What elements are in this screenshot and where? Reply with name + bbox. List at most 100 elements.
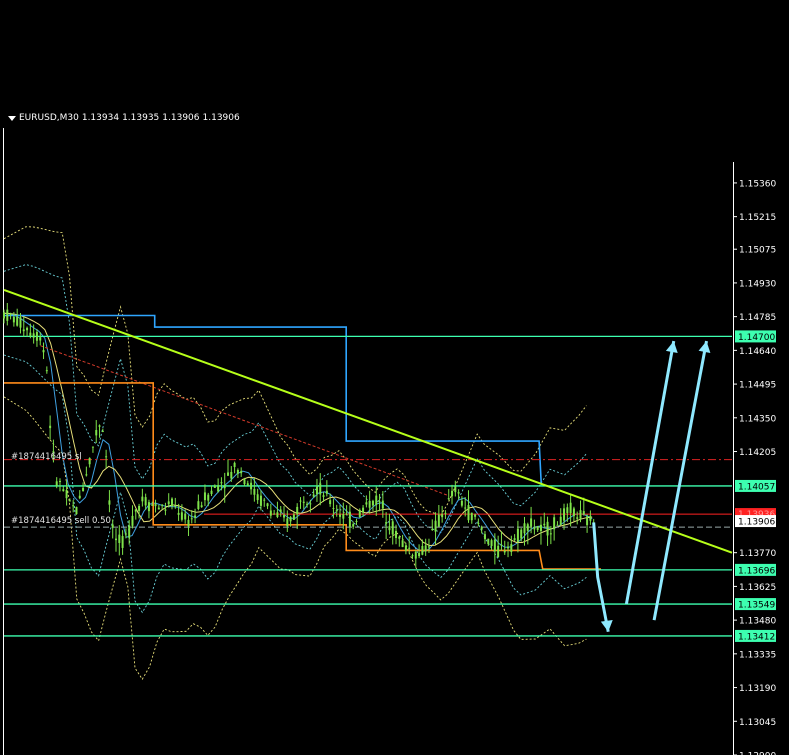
candle-body [368, 500, 371, 508]
symbol-info-bar: EURUSD,M30 1.13934 1.13935 1.13906 1.139… [8, 113, 240, 123]
ohlc-high: 1.13935 [122, 113, 160, 123]
descending-trendline[interactable] [3, 288, 733, 554]
candle-body [559, 516, 562, 525]
candle-body [388, 526, 391, 531]
candle-body [451, 490, 454, 497]
candle-body [233, 462, 236, 467]
candle-body [536, 526, 539, 531]
axis-tick-label-9: 1.13770 [739, 549, 776, 559]
candle-body [572, 508, 575, 517]
candle-body [85, 474, 88, 476]
level-price-label-0: 1.14700 [738, 333, 775, 343]
candle-body [144, 497, 147, 506]
candle-body [444, 512, 447, 514]
candle-body [82, 487, 85, 492]
candle-body [319, 483, 322, 495]
candle-body [91, 446, 94, 448]
current-price-label: 1.13906 [738, 518, 775, 528]
axis-tick-label-2: 1.15075 [739, 246, 776, 256]
candle-body [566, 507, 569, 514]
price-candles [3, 302, 595, 568]
candle-body [279, 509, 282, 513]
candle-body [345, 513, 348, 515]
candle-body [378, 501, 381, 503]
candle-body [437, 514, 440, 527]
candle-body [131, 515, 134, 526]
candle-body [325, 490, 328, 494]
candle-body [190, 518, 193, 520]
candle-body [513, 538, 516, 540]
candle-body [12, 316, 15, 323]
axis-tick-label-1: 1.15215 [739, 213, 776, 223]
candle-body [408, 547, 411, 549]
candle-body [477, 522, 480, 524]
level-price-label-3: 1.13549 [738, 601, 775, 611]
bollinger-bands [3, 226, 587, 681]
candle-body [174, 505, 177, 507]
candle-body [358, 510, 361, 518]
candle-body [42, 350, 45, 353]
lower-band-1 [3, 354, 587, 614]
candle-body [464, 507, 467, 509]
candle-body [134, 509, 137, 512]
candle-body [108, 500, 111, 505]
axis-tick-label-14: 1.13045 [739, 718, 776, 728]
candle-body [467, 505, 470, 521]
trendline[interactable] [3, 288, 733, 554]
candle-body [223, 485, 226, 489]
candle-body [312, 494, 315, 497]
candle-body [19, 317, 22, 328]
candle-body [68, 500, 71, 502]
candle-body [309, 503, 312, 505]
candle-body [151, 504, 154, 506]
candle-body [543, 523, 546, 526]
candle-body [65, 489, 68, 499]
candle-body [62, 489, 65, 492]
candle-body [240, 471, 243, 474]
candle-body [263, 499, 266, 501]
candle-body [55, 481, 58, 486]
up-arrow-head-1 [665, 341, 678, 353]
candle-body [322, 495, 325, 497]
candle-body [539, 524, 542, 532]
candle-body [589, 515, 592, 521]
axis-tick-label-12: 1.13335 [739, 650, 776, 660]
candle-body [315, 486, 318, 495]
candle-body [421, 545, 424, 555]
candle-body [454, 486, 457, 493]
candle-body [253, 488, 256, 495]
candle-body [128, 525, 131, 538]
candle-body [411, 555, 414, 557]
up-arrow-shaft-2 [652, 340, 708, 621]
candle-body [157, 507, 160, 510]
axis-tick-label-15: 1.12900 [739, 752, 776, 755]
candle-body [230, 471, 233, 479]
candle-body [49, 425, 52, 429]
candle-body [520, 529, 523, 539]
candle-body [177, 512, 180, 515]
symbol-timeframe: EURUSD,M30 [19, 113, 79, 123]
candle-body [164, 509, 167, 511]
candle-body [500, 544, 503, 546]
candle-body [210, 490, 213, 495]
candle-body [289, 517, 292, 522]
candle-body [250, 482, 253, 490]
candle-body [490, 540, 493, 547]
support-resistance-levels [4, 335, 732, 637]
trailing-stops [4, 314, 601, 570]
candle-body [141, 496, 144, 502]
candle-body [487, 538, 490, 545]
candle-body [427, 546, 430, 548]
candle-body [556, 524, 559, 526]
axis-tick-label-6: 1.14495 [739, 381, 776, 391]
candle-body [302, 501, 305, 503]
candle-body [381, 500, 384, 509]
candle-body [355, 520, 358, 522]
candle-body [582, 511, 585, 515]
candle-body [339, 514, 342, 517]
candle-body [375, 495, 378, 505]
candle-body [220, 482, 223, 484]
candle-body [124, 533, 127, 535]
up-arrow-head-2 [698, 341, 711, 353]
dropdown-triangle-icon[interactable] [8, 115, 16, 121]
